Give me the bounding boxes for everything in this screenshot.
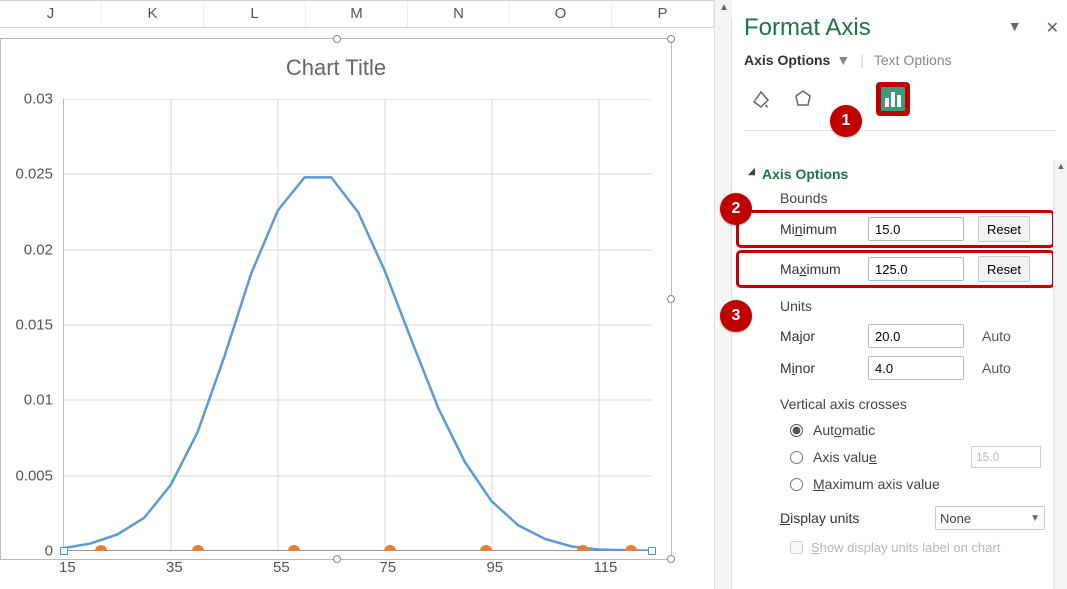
format-axis-pane: Format Axis ▼ ✕ Axis Options ▼ | Text Op… xyxy=(732,0,1067,589)
bounds-group-label: Bounds xyxy=(738,186,1053,212)
crosses-value-input xyxy=(971,446,1041,468)
resize-handle-icon[interactable] xyxy=(333,35,341,43)
show-units-label-checkbox xyxy=(790,541,803,554)
major-input[interactable] xyxy=(868,324,964,348)
y-axis-labels: 0.03 0.025 0.02 0.015 0.01 0.005 0 xyxy=(1,99,59,551)
tab-axis-options[interactable]: Axis Options xyxy=(744,52,830,68)
callout-badge-3: 3 xyxy=(720,300,752,332)
sheet-scrollbar[interactable]: ▲ xyxy=(714,0,732,589)
units-minor-row: Minor Auto xyxy=(738,352,1053,384)
y-tick: 0.005 xyxy=(15,467,53,484)
x-tick: 115 xyxy=(593,559,617,576)
col-header-n[interactable]: N xyxy=(408,1,510,27)
crosses-value-radio[interactable] xyxy=(790,451,803,464)
fill-line-icon[interactable] xyxy=(744,82,778,116)
axis-handle-icon[interactable] xyxy=(648,547,656,555)
column-headers: J K L M N O P xyxy=(0,0,714,28)
minor-label: Minor xyxy=(780,360,860,376)
crosses-automatic-radio[interactable] xyxy=(790,424,803,437)
display-units-row: Display units None ▼ xyxy=(738,502,1053,534)
minimum-label: Minimum xyxy=(780,221,860,237)
crosses-max-label: Maximum axis value xyxy=(813,476,940,492)
y-tick: 0.02 xyxy=(24,241,53,258)
plot-area[interactable] xyxy=(63,99,651,551)
major-auto-label: Auto xyxy=(982,328,1034,344)
units-group-label: Units xyxy=(738,294,1053,320)
crosses-automatic-row[interactable]: Automatic xyxy=(738,418,1053,442)
y-tick: 0 xyxy=(45,543,53,560)
chart-title[interactable]: Chart Title xyxy=(1,39,671,89)
reset-minimum-button[interactable]: Reset xyxy=(978,216,1030,242)
pane-options-dropdown-icon[interactable]: ▼ xyxy=(1008,18,1022,38)
x-tick: 75 xyxy=(379,559,396,576)
major-label: Major xyxy=(780,328,860,344)
maximum-label: Maximum xyxy=(780,261,860,277)
resize-handle-icon[interactable] xyxy=(333,555,341,563)
y-tick: 0.015 xyxy=(15,317,53,334)
tab-text-options[interactable]: Text Options xyxy=(874,52,952,68)
resize-handle-icon[interactable] xyxy=(667,35,675,43)
scroll-up-icon[interactable]: ▲ xyxy=(1054,160,1067,174)
chevron-down-icon: ▼ xyxy=(1030,513,1040,524)
chart-object[interactable]: Chart Title 0.03 0.025 0.02 0.015 0.01 0… xyxy=(0,38,672,560)
pane-title: Format Axis xyxy=(744,14,871,42)
minor-auto-label: Auto xyxy=(982,360,1034,376)
pane-scrollbar[interactable]: ▲ xyxy=(1053,160,1067,589)
reset-maximum-button[interactable]: Reset xyxy=(978,256,1030,282)
x-axis-labels: 15 35 55 75 95 115 xyxy=(63,559,651,579)
effects-icon[interactable] xyxy=(786,82,820,116)
col-header-k[interactable]: K xyxy=(102,1,204,27)
display-units-label: Display units xyxy=(780,510,890,526)
col-header-p[interactable]: P xyxy=(612,1,714,27)
minimum-input[interactable] xyxy=(868,217,964,241)
crosses-automatic-label: Automatic xyxy=(813,422,875,438)
minor-input[interactable] xyxy=(868,356,964,380)
x-tick: 35 xyxy=(166,559,183,576)
col-header-j[interactable]: J xyxy=(0,1,102,27)
crosses-max-row[interactable]: Maximum axis value xyxy=(738,472,1053,496)
y-tick: 0.025 xyxy=(15,166,53,183)
section-axis-options[interactable]: Axis Options xyxy=(738,160,1053,186)
crosses-value-label: Axis value xyxy=(813,449,877,465)
scroll-up-icon[interactable]: ▲ xyxy=(715,0,733,18)
bounds-minimum-row: Minimum Reset xyxy=(738,212,1053,246)
crosses-max-radio[interactable] xyxy=(790,478,803,491)
maximum-input[interactable] xyxy=(868,257,964,281)
crosses-group-label: Vertical axis crosses xyxy=(738,392,1053,418)
display-units-select[interactable]: None ▼ xyxy=(935,506,1045,530)
x-tick: 15 xyxy=(59,559,76,576)
axis-options-icon[interactable] xyxy=(876,82,910,116)
callout-badge-2: 2 xyxy=(720,193,752,225)
bounds-maximum-row: Maximum Reset xyxy=(738,252,1053,286)
chevron-down-icon[interactable]: ▼ xyxy=(836,52,850,68)
units-major-row: Major Auto xyxy=(738,320,1053,352)
pane-close-icon[interactable]: ✕ xyxy=(1046,18,1059,38)
resize-handle-icon[interactable] xyxy=(667,295,675,303)
axis-handle-icon[interactable] xyxy=(60,547,68,555)
col-header-m[interactable]: M xyxy=(306,1,408,27)
x-tick: 95 xyxy=(486,559,503,576)
crosses-value-row[interactable]: Axis value xyxy=(738,442,1053,472)
y-tick: 0.03 xyxy=(24,91,53,108)
show-units-label-row: Show display units label on chart xyxy=(738,534,1053,559)
callout-badge-1: 1 xyxy=(830,105,862,137)
display-units-value: None xyxy=(940,511,971,526)
worksheet-area: J K L M N O P Chart Title 0.03 0.025 0.0… xyxy=(0,0,714,589)
x-tick: 55 xyxy=(273,559,290,576)
y-tick: 0.01 xyxy=(24,392,53,409)
col-header-o[interactable]: O xyxy=(510,1,612,27)
show-units-label-text: Show display units label on chart xyxy=(811,540,1000,555)
col-header-l[interactable]: L xyxy=(204,1,306,27)
resize-handle-icon[interactable] xyxy=(667,555,675,563)
